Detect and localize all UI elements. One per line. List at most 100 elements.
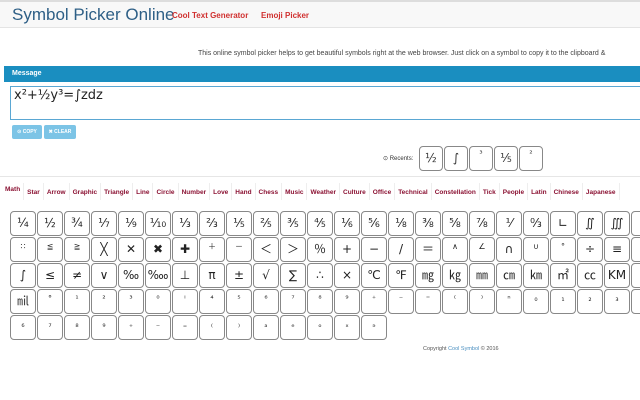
symbol-cell[interactable]: ₂ [577, 289, 603, 314]
tab-triangle[interactable]: Triangle [101, 183, 134, 200]
symbol-cell[interactable]: ⁹ [334, 289, 360, 314]
symbol-cell[interactable]: √ [253, 263, 279, 288]
tab-tick[interactable]: Tick [480, 183, 500, 200]
symbol-cell[interactable]: ≤ [37, 263, 63, 288]
tab-music[interactable]: Music [282, 183, 308, 200]
symbol-cell[interactable]: ₍ [199, 315, 225, 340]
symbol-cell[interactable]: ₁ [550, 289, 576, 314]
symbol-cell[interactable]: ⅛ [388, 211, 414, 236]
recent-symbol[interactable]: ³ [469, 146, 493, 171]
symbol-cell[interactable]: ⅝ [442, 211, 468, 236]
symbol-cell[interactable]: ∭ [604, 211, 630, 236]
symbol-cell[interactable]: KM [604, 263, 630, 288]
symbol-cell[interactable]: ⁱ [172, 289, 198, 314]
tab-culture[interactable]: Culture [340, 183, 370, 200]
symbol-cell[interactable]: ⅟ [496, 211, 522, 236]
symbol-cell[interactable]: ⅔ [199, 211, 225, 236]
symbol-cell[interactable]: ⅓ [172, 211, 198, 236]
symbol-cell[interactable]: ÷ [577, 237, 603, 262]
symbol-cell[interactable]: ₋ [145, 315, 171, 340]
symbol-cell[interactable]: ₈ [64, 315, 90, 340]
symbol-cell[interactable]: ‰ [118, 263, 144, 288]
symbol-cell[interactable]: ₃ [604, 289, 630, 314]
symbol-cell[interactable]: ° [550, 237, 576, 262]
tab-people[interactable]: People [500, 183, 529, 200]
tab-math[interactable]: Math [2, 183, 25, 200]
copy-button[interactable]: ⊙ COPY [12, 125, 42, 139]
symbol-cell[interactable]: ₐ [253, 315, 279, 340]
tab-star[interactable]: Star [24, 183, 44, 200]
symbol-cell[interactable]: ⁷ [280, 289, 306, 314]
symbol-cell[interactable]: ≥ [631, 237, 640, 262]
symbol-cell[interactable]: ₄ [631, 289, 640, 314]
symbol-cell[interactable]: ₆ [10, 315, 36, 340]
symbol-cell[interactable]: ∑ [280, 263, 306, 288]
symbol-cell[interactable]: ⅚ [361, 211, 387, 236]
symbol-cell[interactable]: ＋ [199, 237, 225, 262]
symbol-cell[interactable]: ✕ [118, 237, 144, 262]
symbol-cell[interactable]: ∨ [91, 263, 117, 288]
tab-japanese[interactable]: Japanese [583, 183, 620, 200]
tab-number[interactable]: Number [179, 183, 211, 200]
recent-symbol[interactable]: ⅕ [494, 146, 518, 171]
symbol-cell[interactable]: ⁽ [442, 289, 468, 314]
symbol-cell[interactable]: ⅞ [469, 211, 495, 236]
tab-graphic[interactable]: Graphic [70, 183, 102, 200]
symbol-cell[interactable]: | [631, 263, 640, 288]
symbol-cell[interactable]: ⁾ [469, 289, 495, 314]
symbol-cell[interactable]: ＝ [415, 237, 441, 262]
symbol-cell[interactable]: ⅜ [415, 211, 441, 236]
symbol-cell[interactable]: ⁺ [361, 289, 387, 314]
tab-love[interactable]: Love [210, 183, 233, 200]
recent-symbol[interactable]: ∫ [444, 146, 468, 171]
symbol-cell[interactable]: ¼ [10, 211, 36, 236]
symbol-cell[interactable]: ㎎ [415, 263, 441, 288]
symbol-cell[interactable]: × [334, 263, 360, 288]
symbol-cell[interactable]: ％ [307, 237, 333, 262]
symbol-cell[interactable]: ⁵ [226, 289, 252, 314]
copyright-link[interactable]: Cool Symbol [448, 346, 479, 352]
symbol-cell[interactable]: ⁴ [199, 289, 225, 314]
symbol-cell[interactable]: ⁶ [253, 289, 279, 314]
symbol-cell[interactable]: ₔ [361, 315, 387, 340]
symbol-cell[interactable]: ₑ [280, 315, 306, 340]
tab-arrow[interactable]: Arrow [44, 183, 70, 200]
symbol-cell[interactable]: ⅑ [118, 211, 144, 236]
symbol-cell[interactable]: ∴ [307, 263, 333, 288]
symbol-cell[interactable]: － [226, 237, 252, 262]
symbol-cell[interactable]: ∟ [550, 211, 576, 236]
symbol-cell[interactable]: ⅖ [253, 211, 279, 236]
symbol-cell[interactable]: ⅒ [145, 211, 171, 236]
symbol-cell[interactable]: ㏄ [577, 263, 603, 288]
symbol-cell[interactable]: ₌ [172, 315, 198, 340]
symbol-cell[interactable]: ³ [118, 289, 144, 314]
symbol-cell[interactable]: ⁸ [307, 289, 333, 314]
symbol-cell[interactable]: ㎞ [523, 263, 549, 288]
symbol-cell[interactable]: ₎ [226, 315, 252, 340]
symbol-cell[interactable]: ≠ [64, 263, 90, 288]
symbol-cell[interactable]: ⊥ [172, 263, 198, 288]
symbol-cell[interactable]: + [334, 237, 360, 262]
symbol-cell[interactable]: ＞ [280, 237, 306, 262]
symbol-cell[interactable]: ↉ [523, 211, 549, 236]
symbol-cell[interactable]: ⁰ [145, 289, 171, 314]
symbol-cell[interactable]: ∩ [496, 237, 522, 262]
tab-hand[interactable]: Hand [232, 183, 256, 200]
symbol-cell[interactable]: / [388, 237, 414, 262]
symbol-cell[interactable]: ½ [37, 211, 63, 236]
symbol-cell[interactable]: ㎏ [442, 263, 468, 288]
symbol-cell[interactable]: ₒ [307, 315, 333, 340]
clear-button[interactable]: ✖ CLEAR [44, 125, 76, 139]
symbol-cell[interactable]: ＜ [253, 237, 279, 262]
nav-cool-text-generator[interactable]: Cool Text Generator [172, 11, 248, 20]
symbol-cell[interactable]: ∬ [577, 211, 603, 236]
symbol-cell[interactable]: ㎜ [469, 263, 495, 288]
tab-technical[interactable]: Technical [395, 183, 432, 200]
symbol-cell[interactable]: ∷ [10, 237, 36, 262]
symbol-cell[interactable]: ⅘ [307, 211, 333, 236]
symbol-cell[interactable]: − [361, 237, 387, 262]
symbol-cell[interactable]: ₓ [334, 315, 360, 340]
symbol-cell[interactable]: ₊ [118, 315, 144, 340]
symbol-cell[interactable]: ⅕ [226, 211, 252, 236]
symbol-cell[interactable]: ✖ [145, 237, 171, 262]
